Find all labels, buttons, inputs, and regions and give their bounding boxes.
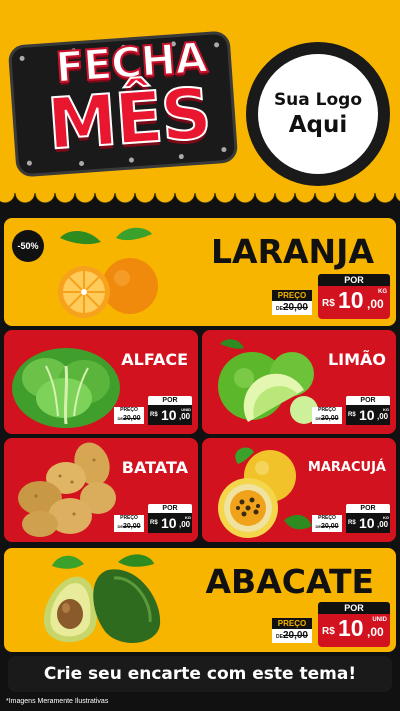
preco-label: PREÇO <box>272 290 312 301</box>
old-price: DE20,00 <box>114 522 144 532</box>
product-name: ALFACE <box>121 350 188 369</box>
product-name: ABACATE <box>205 562 374 601</box>
price-tag: PREÇO DE20,00 POR R$ 10,00 KG <box>114 504 192 534</box>
new-price: R$ 10,00 KG <box>346 405 390 425</box>
lime-icon <box>218 339 318 424</box>
preco-label: PREÇO <box>114 407 144 414</box>
new-price: R$ 10,00 KG <box>346 513 390 533</box>
preco-label: PREÇO <box>312 515 342 522</box>
product-card-laranja[interactable]: -50% LARANJA PREÇO DE20,00 POR R$ 10 ,00… <box>4 218 396 326</box>
rivet <box>26 160 33 166</box>
por-label: POR <box>148 396 192 405</box>
product-name: BATATA <box>121 458 188 477</box>
old-price: DE20,00 <box>272 301 312 315</box>
por-label: POR <box>318 602 390 614</box>
new-price: R$ 10 ,00 KG <box>318 286 390 319</box>
preco-label: PREÇO <box>312 407 342 414</box>
por-label: POR <box>346 396 390 405</box>
new-price: R$ 10,00 KG <box>148 513 192 533</box>
orange-icon <box>58 227 158 318</box>
por-label: POR <box>346 504 390 513</box>
new-price: R$ 10 ,00 UNID <box>318 614 390 647</box>
preco-label: PREÇO <box>114 515 144 522</box>
header-banner: FECHA MÊS Sua Logo Aqui <box>0 0 400 205</box>
logo-text-1: Sua Logo <box>273 90 363 110</box>
old-price: DE20,00 <box>312 522 342 532</box>
potato-icon <box>18 442 116 537</box>
por-label: POR <box>148 504 192 513</box>
avocado-icon <box>43 554 161 643</box>
product-card-batata[interactable]: BATATA PREÇO DE20,00 POR R$ 10,00 KG <box>4 438 198 542</box>
preco-label: PREÇO <box>272 618 312 629</box>
product-name: MARACUJÁ <box>307 460 386 475</box>
lettuce-icon <box>12 348 120 428</box>
product-card-limao[interactable]: LIMÃO PREÇO DE20,00 POR R$ 10,00 KG <box>202 330 396 434</box>
new-price: R$ 10,00 UNID <box>148 405 192 425</box>
title-line-2: MÊS <box>44 71 213 166</box>
rivet <box>19 55 25 62</box>
price-tag: PREÇO DE20,00 POR R$ 10,00 KG <box>312 396 390 426</box>
product-name: LIMÃO <box>327 350 386 369</box>
por-label: POR <box>318 274 390 286</box>
price-tag: PREÇO DE20,00 POR R$ 10 ,00 UNID <box>272 602 390 649</box>
product-card-abacate[interactable]: ABACATE PREÇO DE20,00 POR R$ 10 ,00 UNID <box>4 548 396 652</box>
discount-badge: -50% <box>12 230 44 262</box>
price-tag: PREÇO DE20,00 POR R$ 10,00 UNID <box>114 396 192 426</box>
logo-placeholder[interactable]: Sua Logo Aqui <box>258 54 378 174</box>
old-price: DE20,00 <box>272 629 312 643</box>
product-card-maracuja[interactable]: MARACUJÁ PREÇO DE20,00 POR R$ 10,00 KG <box>202 438 396 542</box>
cta-banner[interactable]: Crie seu encarte com este tema! <box>8 656 392 692</box>
price-tag: PREÇO DE20,00 POR R$ 10,00 KG <box>312 504 390 534</box>
product-name: LARANJA <box>211 232 374 271</box>
old-price: DE20,00 <box>312 414 342 424</box>
logo-text-2: Aqui <box>288 112 348 138</box>
product-card-alface[interactable]: ALFACE PREÇO DE20,00 POR R$ 10,00 UNID <box>4 330 198 434</box>
old-price: DE20,00 <box>114 414 144 424</box>
passion-fruit-icon <box>218 447 312 538</box>
price-tag: PREÇO DE20,00 POR R$ 10 ,00 KG <box>272 274 390 321</box>
disclaimer-text: *Imagens Meramente Ilustrativas <box>6 698 109 705</box>
